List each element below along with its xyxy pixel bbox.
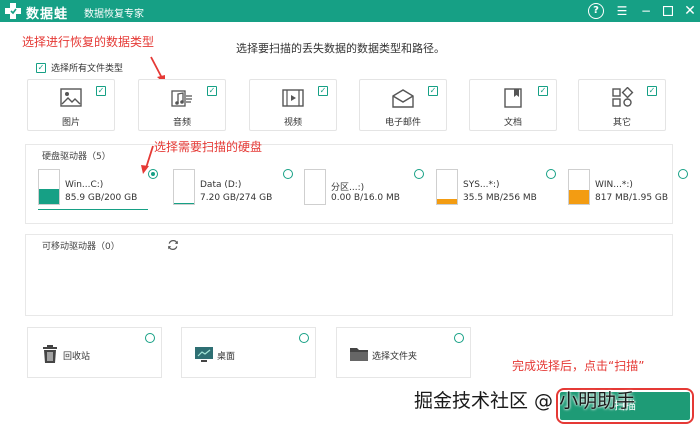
- music-icon: [171, 90, 192, 107]
- drive-usage-fill: [437, 199, 457, 204]
- location-radio[interactable]: [299, 333, 309, 343]
- drive-size: 7.20 GB/274 GB: [200, 193, 273, 203]
- drive-radio[interactable]: [678, 169, 688, 179]
- file-type-card-video[interactable]: ✓ 视频: [249, 79, 337, 131]
- location-radio[interactable]: [145, 333, 155, 343]
- hard-disk-icon: [38, 169, 60, 205]
- file-type-card-other[interactable]: ✓ 其它: [578, 79, 666, 131]
- folder-icon: [350, 348, 368, 361]
- drive-name: 分区...:): [331, 183, 365, 193]
- file-type-label: 电子邮件: [384, 118, 421, 128]
- drive-radio[interactable]: [283, 169, 293, 179]
- drive-radio[interactable]: [546, 169, 556, 179]
- file-type-label: 音频: [172, 118, 191, 128]
- annotation-finish: 完成选择后，点击“扫描”: [512, 359, 645, 373]
- location-label: 桌面: [217, 352, 236, 362]
- refresh-icon[interactable]: [167, 239, 179, 251]
- location-card-desktop[interactable]: 桌面: [181, 327, 316, 378]
- drive-name: Data (D:): [200, 180, 242, 190]
- drive-item[interactable]: SYS...*:) 35.5 MB/256 MB: [436, 169, 556, 209]
- hard-drives-title: 硬盘驱动器（5）: [42, 152, 111, 162]
- drive-size: 85.9 GB/200 GB: [65, 193, 138, 203]
- file-type-label: 文档: [503, 118, 522, 128]
- email-icon: [392, 89, 414, 108]
- annotation-choose-disk: 选择需要扫描的硬盘: [154, 140, 263, 154]
- app-brand: 数据蛙: [26, 7, 69, 22]
- select-all-label: 选择所有文件类型: [51, 64, 124, 74]
- close-icon[interactable]: ✕: [682, 3, 698, 19]
- file-type-card-image[interactable]: ✓ 图片: [27, 79, 115, 131]
- drive-name: WIN...*:): [595, 180, 633, 190]
- maximize-icon[interactable]: [660, 3, 676, 19]
- hard-disk-icon: [568, 169, 590, 205]
- trash-icon: [43, 345, 57, 363]
- checkbox-icon[interactable]: ✓: [96, 86, 106, 96]
- checkbox-icon[interactable]: ✓: [538, 86, 548, 96]
- desktop-icon: [195, 347, 213, 362]
- location-radio[interactable]: [454, 333, 464, 343]
- removable-drives-title: 可移动驱动器（0）: [42, 242, 120, 252]
- hard-disk-icon: [173, 169, 195, 205]
- location-label: 选择文件夹: [372, 352, 418, 362]
- checkbox-icon[interactable]: ✓: [428, 86, 438, 96]
- watermark-text: 掘金技术社区 @ 小明助手: [414, 390, 636, 412]
- drive-size: 35.5 MB/256 MB: [463, 193, 537, 203]
- annotation-choose-type: 选择进行恢复的数据类型: [22, 35, 155, 49]
- location-card-recycle-bin[interactable]: 回收站: [27, 327, 162, 378]
- video-icon: [282, 89, 304, 107]
- drive-size: 817 MB/1.95 GB: [595, 193, 669, 203]
- app-subtitle: 数据恢复专家: [84, 9, 144, 20]
- drive-usage-fill: [174, 202, 194, 204]
- checkbox-icon[interactable]: ✓: [318, 86, 328, 96]
- checkbox-icon[interactable]: ✓: [207, 86, 217, 96]
- hard-disk-icon: [304, 169, 326, 205]
- other-icon: [612, 87, 634, 107]
- drive-size: 0.00 B/16.0 MB: [331, 193, 400, 203]
- app-logo-icon: [5, 3, 21, 19]
- menu-icon[interactable]: ☰: [614, 3, 630, 19]
- file-type-card-document[interactable]: ✓ 文档: [469, 79, 557, 131]
- location-label: 回收站: [63, 352, 91, 362]
- file-type-card-audio[interactable]: ✓ 音频: [138, 79, 226, 131]
- annotation-arrow-disk-icon: [141, 145, 154, 174]
- hard-drives-panel: 硬盘驱动器（5） Win...C:) 85.9 GB/200 GB Data (…: [25, 144, 688, 224]
- drive-item[interactable]: WIN...*:) 817 MB/1.95 GB: [568, 169, 688, 209]
- drive-usage-fill: [569, 190, 589, 204]
- hard-disk-icon: [436, 169, 458, 205]
- removable-drives-panel: 可移动驱动器（0）: [25, 234, 673, 316]
- checkbox-icon[interactable]: ✓: [647, 86, 657, 96]
- select-all-checkbox[interactable]: ✓ 选择所有文件类型: [36, 61, 123, 74]
- drive-usage-fill: [39, 189, 59, 204]
- document-icon: [504, 88, 522, 108]
- minimize-icon[interactable]: −: [638, 3, 654, 19]
- drive-name: Win...C:): [65, 180, 104, 190]
- checkbox-icon[interactable]: ✓: [36, 62, 46, 73]
- help-icon[interactable]: ?: [588, 3, 604, 19]
- file-type-card-email[interactable]: ✓ 电子邮件: [359, 79, 447, 131]
- selection-underline: [38, 209, 148, 210]
- image-icon: [60, 88, 82, 107]
- drive-item[interactable]: 分区...:) 0.00 B/16.0 MB: [304, 169, 424, 209]
- title-bar: 数据蛙 数据恢复专家 ? ☰ − ✕: [0, 0, 700, 22]
- instruction-text: 选择要扫描的丢失数据的数据类型和路径。: [236, 42, 445, 55]
- location-card-choose-folder[interactable]: 选择文件夹: [336, 327, 471, 378]
- drive-item[interactable]: Data (D:) 7.20 GB/274 GB: [173, 169, 293, 209]
- drive-name: SYS...*:): [463, 180, 500, 190]
- drive-radio[interactable]: [414, 169, 424, 179]
- file-type-label: 图片: [61, 118, 80, 128]
- file-type-label: 其它: [612, 118, 631, 128]
- file-type-label: 视频: [283, 118, 302, 128]
